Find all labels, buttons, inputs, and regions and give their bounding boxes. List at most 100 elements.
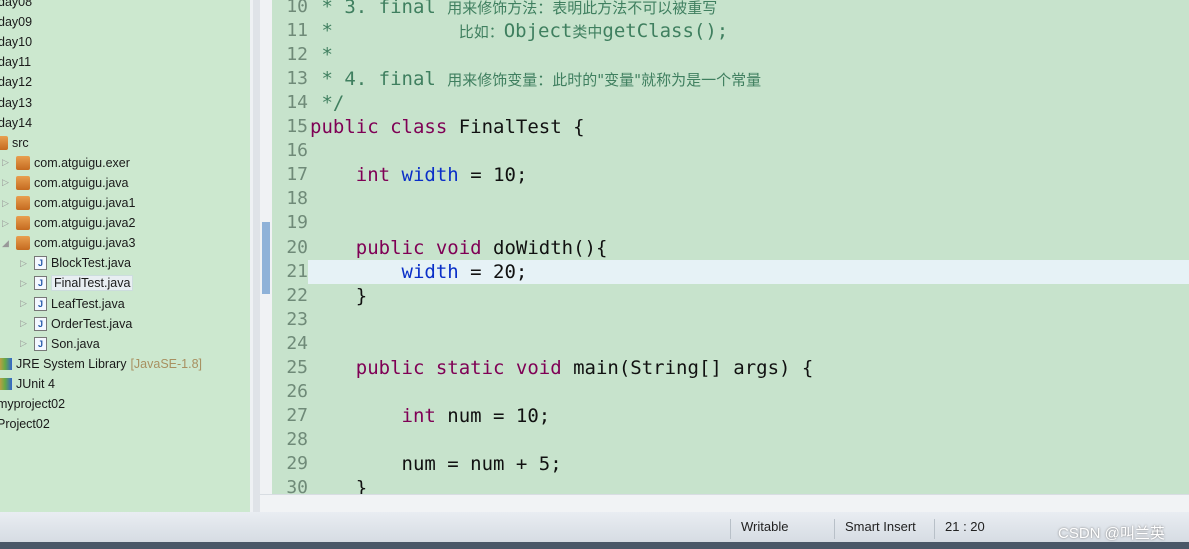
code-line[interactable]: * 4. final 用来修饰变量：此时的"变量"就称为是一个常量	[310, 67, 761, 91]
tree-item-label: com.atguigu.java3	[34, 236, 136, 251]
code-line[interactable]: width = 20;	[308, 259, 1189, 284]
collapsed-arrow-icon[interactable]: ▷	[20, 298, 30, 309]
line-number: 10	[286, 0, 308, 17]
code-line[interactable]: * 3. final 用来修饰方法：表明此方法不可以被重写	[310, 0, 717, 19]
writable-status: Writable	[730, 519, 836, 539]
collapsed-arrow-icon[interactable]: ▷	[2, 198, 12, 209]
tree-item-label: com.atguigu.exer	[34, 155, 130, 170]
tree-item-label: day13	[0, 95, 33, 110]
code-line[interactable]: *	[310, 43, 332, 67]
tree-item-label: myproject02	[0, 397, 66, 411]
library-icon	[0, 357, 12, 370]
tree-item[interactable]: ▷ J OrderTest.java	[20, 314, 132, 334]
line-number: 26	[286, 380, 308, 402]
tree-item[interactable]: ▷ J LeafTest.java	[20, 294, 125, 314]
tree-item-label: com.atguigu.java	[34, 175, 129, 190]
tree-item-label: day11	[0, 55, 32, 70]
source-folder-icon	[0, 135, 8, 150]
collapsed-arrow-icon[interactable]: ▷	[2, 177, 12, 188]
line-number: 29	[286, 452, 308, 474]
line-number: 12	[286, 44, 308, 66]
line-number: 22	[286, 284, 308, 306]
line-number: 20	[286, 236, 308, 258]
collapsed-arrow-icon[interactable]: ▷	[20, 318, 30, 329]
line-number: 14	[286, 92, 308, 114]
tree-item[interactable]: myproject02	[0, 394, 65, 414]
tree-item[interactable]: ▷ J Son.java	[20, 334, 100, 354]
code-line[interactable]: }	[310, 476, 367, 494]
package-explorer: day08 day09 day10 day11 day12 day13 day14 src ▷ c…	[0, 0, 253, 512]
line-numbers: 10 11 12 13 14 15 16 17 18 19 20 21 22 23 24 25 26 27 28 29…	[272, 0, 308, 494]
library-icon	[0, 377, 12, 390]
code-line[interactable]: public static void main(String[] args) {	[310, 356, 814, 380]
tree-item[interactable]: day09	[0, 12, 32, 32]
change-marker	[262, 222, 270, 294]
collapsed-arrow-icon[interactable]: ▷	[20, 338, 30, 349]
code-line[interactable]: num = num + 5;	[310, 452, 562, 476]
package-icon	[16, 175, 30, 190]
expanded-arrow-icon[interactable]: ◢	[2, 238, 12, 249]
cursor-position: 21 : 20	[934, 519, 1014, 539]
tree-item[interactable]: Project02	[0, 414, 50, 434]
tree-item-label: day14	[0, 115, 33, 130]
package-icon	[16, 196, 30, 210]
line-number: 19	[286, 212, 308, 234]
tree-item[interactable]: ▷ J BlockTest.java	[20, 253, 131, 273]
collapsed-arrow-icon[interactable]: ▷	[2, 218, 12, 229]
tree-item-label: day09	[0, 15, 33, 30]
tree-item[interactable]: ▷ J FinalTest.java	[20, 273, 134, 293]
java-file-icon: J	[34, 336, 47, 351]
line-number: 27	[286, 404, 308, 426]
tree-item[interactable]: ▷ com.atguigu.java	[2, 173, 129, 193]
line-number: 18	[286, 188, 308, 210]
tree-item[interactable]: src	[0, 133, 29, 153]
line-number: 16	[286, 140, 308, 162]
java-file-icon: J	[34, 316, 47, 331]
tree-item[interactable]: ▷ com.atguigu.java1	[2, 193, 135, 213]
tree-item[interactable]: JUnit 4	[0, 374, 55, 394]
line-number: 23	[286, 308, 308, 330]
tree-item[interactable]: day14	[0, 113, 32, 133]
tree-item-label: src	[12, 135, 29, 150]
line-number: 11	[286, 20, 308, 42]
collapsed-arrow-icon[interactable]: ▷	[20, 258, 30, 269]
tree-item[interactable]: ▷ com.atguigu.java2	[2, 213, 135, 233]
code-line[interactable]: public void doWidth(){	[310, 236, 608, 260]
code-line[interactable]: public class FinalTest {	[310, 115, 585, 139]
tree-item[interactable]: ▷ com.atguigu.exer	[2, 153, 130, 173]
code-line[interactable]: int num = 10;	[310, 404, 551, 428]
code-line[interactable]: */	[310, 91, 344, 115]
line-number: 15	[286, 116, 308, 138]
tree-item[interactable]: day12	[0, 72, 32, 92]
code-line[interactable]: }	[310, 284, 367, 308]
tree-item[interactable]: ◢ com.atguigu.java3	[2, 233, 135, 253]
tree-item-label: LeafTest.java	[51, 296, 125, 311]
horizontal-scrollbar[interactable]	[260, 494, 1189, 512]
code-line[interactable]: int width = 10;	[310, 163, 528, 187]
tree-item-label: Son.java	[51, 336, 100, 351]
tree-item-label: BlockTest.java	[51, 256, 131, 271]
watermark: CSDN @叫兰英	[1058, 525, 1165, 542]
line-number: 21	[286, 260, 308, 282]
tree-item-label: com.atguigu.java2	[34, 216, 136, 231]
tree-item[interactable]: day11	[0, 52, 31, 72]
tree-item[interactable]: day08	[0, 0, 32, 12]
tree-item-label: day12	[0, 75, 33, 90]
line-number: 28	[286, 428, 308, 450]
tree-item[interactable]: JRE System Library [JavaSE-1.8]	[0, 354, 202, 374]
code-editor[interactable]: 10 11 12 13 14 15 16 17 18 19 20 21 22 23 24 25 26 27 28 29…	[260, 0, 1189, 494]
java-file-icon: J	[34, 256, 47, 271]
collapsed-arrow-icon[interactable]: ▷	[2, 157, 12, 168]
line-number: 17	[286, 164, 308, 186]
status-bar: Writable Smart Insert 21 : 20	[0, 512, 1189, 542]
code-line[interactable]: * 比如：Object类中getClass();	[310, 19, 728, 43]
tree-item-label: JRE System Library	[16, 356, 127, 371]
tree-item[interactable]: day10	[0, 32, 32, 52]
tree-item-label: Project02	[0, 417, 50, 432]
tree-item[interactable]: day13	[0, 93, 32, 113]
tree-item-label: day08	[0, 0, 33, 9]
package-icon	[16, 236, 30, 251]
taskbar	[0, 542, 1189, 549]
line-number: 25	[286, 356, 308, 378]
collapsed-arrow-icon[interactable]: ▷	[20, 278, 30, 289]
